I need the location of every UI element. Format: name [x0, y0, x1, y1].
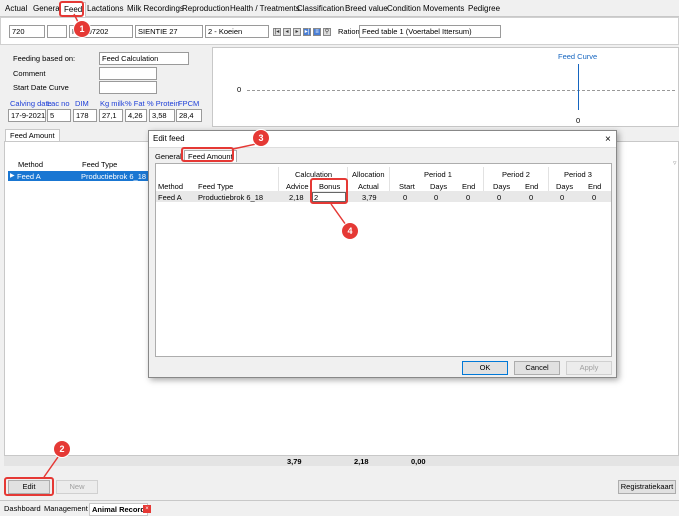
callout-1: 1 — [74, 21, 90, 37]
callout-4: 4 — [342, 223, 358, 239]
callout-3: 3 — [253, 130, 269, 146]
callout-2: 2 — [54, 441, 70, 457]
callout-connectors — [43, 13, 347, 478]
